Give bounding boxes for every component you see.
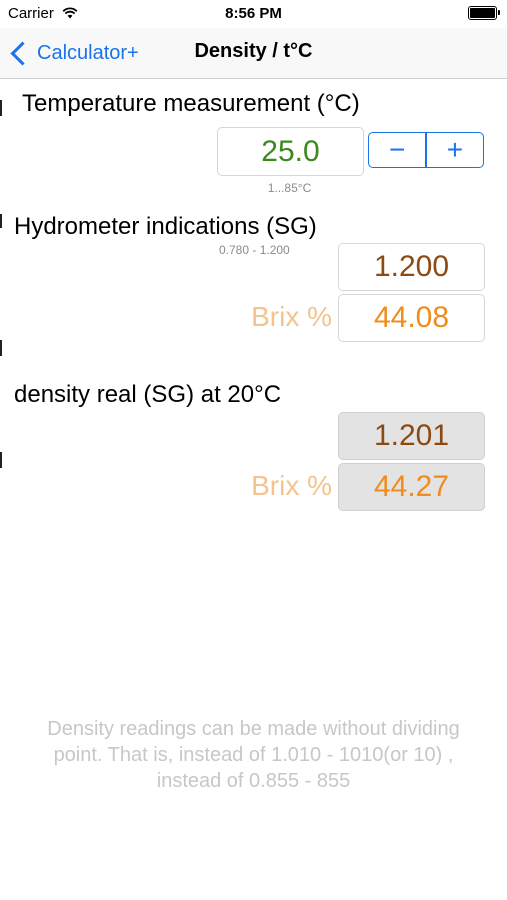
increment-button[interactable]: + (427, 133, 483, 167)
edge-mark (0, 340, 2, 356)
temperature-range-hint: 1...85°C (267, 181, 312, 195)
battery-cap (498, 10, 500, 15)
hydrometer-sg-input[interactable]: 1.200 (338, 243, 485, 291)
hydrometer-brix-label: Brix % (251, 301, 332, 332)
page-title: Density / t°C (194, 40, 313, 62)
navigation-bar: Calculator+ Density / t°C (0, 28, 507, 79)
edge-mark (0, 214, 2, 228)
status-bar: Carrier 8:56 PM (0, 0, 507, 28)
result-brix-label: Brix % (251, 470, 332, 501)
help-note-line: point. That is, instead of 1.010 - 1010(… (53, 744, 454, 766)
temperature-input[interactable]: 25.0 (217, 127, 364, 176)
hydrometer-heading: Hydrometer indications (SG) (14, 213, 317, 240)
edge-mark (0, 452, 2, 468)
help-note: Density readings can be made without div… (0, 716, 507, 794)
temperature-heading: Temperature measurement (°C) (22, 90, 360, 117)
result-heading: density real (SG) at 20°C (14, 381, 282, 408)
help-note-line: instead of 0.855 - 855 (156, 770, 351, 792)
hydrometer-range-hint: 0.780 - 1.200 (219, 243, 290, 257)
edge-mark (0, 100, 2, 116)
result-sg-value: 1.201 (338, 412, 485, 460)
help-note-line: Density readings can be made without div… (47, 718, 460, 740)
result-brix-value: 44.27 (338, 463, 485, 511)
temperature-stepper[interactable]: − + (368, 132, 484, 168)
decrement-button[interactable]: − (369, 133, 425, 167)
clock: 8:56 PM (225, 5, 282, 22)
battery-icon (468, 6, 497, 20)
hydrometer-brix-input[interactable]: 44.08 (338, 294, 485, 342)
